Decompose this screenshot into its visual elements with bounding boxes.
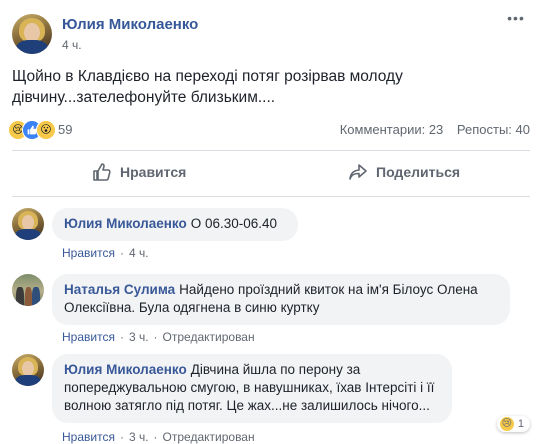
comment-text: О 06.30-06.40 bbox=[190, 216, 278, 231]
share-button-label: Поделиться bbox=[376, 164, 461, 180]
comment-time[interactable]: 3 ч. bbox=[129, 330, 149, 344]
comment-avatar[interactable] bbox=[12, 208, 44, 240]
wow-icon: 😮 bbox=[36, 120, 56, 140]
comment-meta: Нравится · 3 ч. · Отредактирован bbox=[62, 330, 255, 344]
sad-icon: 😢 bbox=[499, 417, 514, 431]
comment-reaction-count: 1 bbox=[517, 418, 524, 430]
comment-avatar[interactable] bbox=[12, 274, 44, 306]
comment-author[interactable]: Юлия Миколаенко bbox=[64, 216, 187, 231]
comment-bubble: Юлия Миколаенко О 06.30-06.40 bbox=[52, 208, 298, 241]
comments-count[interactable]: Комментарии: 23 bbox=[340, 122, 444, 137]
reaction-count: 59 bbox=[58, 122, 73, 137]
post-timestamp[interactable]: 4 ч. bbox=[62, 38, 82, 52]
thumbs-up-icon bbox=[93, 163, 111, 181]
comment-meta: Нравится · 3 ч. · Отредактирован bbox=[62, 430, 255, 444]
like-button-label: Нравится bbox=[120, 164, 187, 180]
comment-time[interactable]: 3 ч. bbox=[129, 430, 149, 444]
post-text: Щойно в Клавдієво на переході потяг розі… bbox=[12, 68, 403, 106]
comment-author[interactable]: Наталья Сулима bbox=[64, 282, 175, 297]
ellipsis-icon[interactable]: ••• bbox=[504, 10, 528, 26]
comment-like-link[interactable]: Нравится bbox=[62, 430, 115, 444]
share-button[interactable]: Поделиться bbox=[348, 162, 460, 182]
like-button[interactable]: Нравится bbox=[92, 162, 186, 182]
comment-bubble: Юлия Миколаенко Дівчина йшла по перону за… bbox=[52, 354, 452, 423]
reposts-count[interactable]: Репосты: 40 bbox=[457, 122, 530, 137]
share-arrow-icon bbox=[349, 164, 367, 180]
edited-label[interactable]: Отредактирован bbox=[163, 430, 255, 444]
edited-label[interactable]: Отредактирован bbox=[163, 330, 255, 344]
post-actions: Нравится Поделиться bbox=[0, 150, 542, 196]
comment-time[interactable]: 4 ч. bbox=[129, 246, 149, 260]
comment-avatar[interactable] bbox=[12, 354, 44, 386]
comment-bubble: Наталья Сулима Найдено проїздний квиток н… bbox=[52, 274, 510, 325]
comment-author[interactable]: Юлия Миколаенко bbox=[64, 362, 187, 377]
post-stats: Комментарии: 23 Репосты: 40 bbox=[340, 122, 530, 137]
author-avatar[interactable] bbox=[12, 14, 52, 54]
comment-like-link[interactable]: Нравится bbox=[62, 246, 115, 260]
post-author-name[interactable]: Юлия Миколаенко bbox=[62, 16, 198, 33]
divider bbox=[12, 196, 530, 197]
post-header: Юлия Миколаенко 4 ч. ••• bbox=[0, 0, 542, 62]
comment-meta: Нравится · 4 ч. bbox=[62, 246, 149, 260]
comment-like-link[interactable]: Нравится bbox=[62, 330, 115, 344]
comment-reaction-badge[interactable]: 😢 1 bbox=[496, 416, 530, 432]
